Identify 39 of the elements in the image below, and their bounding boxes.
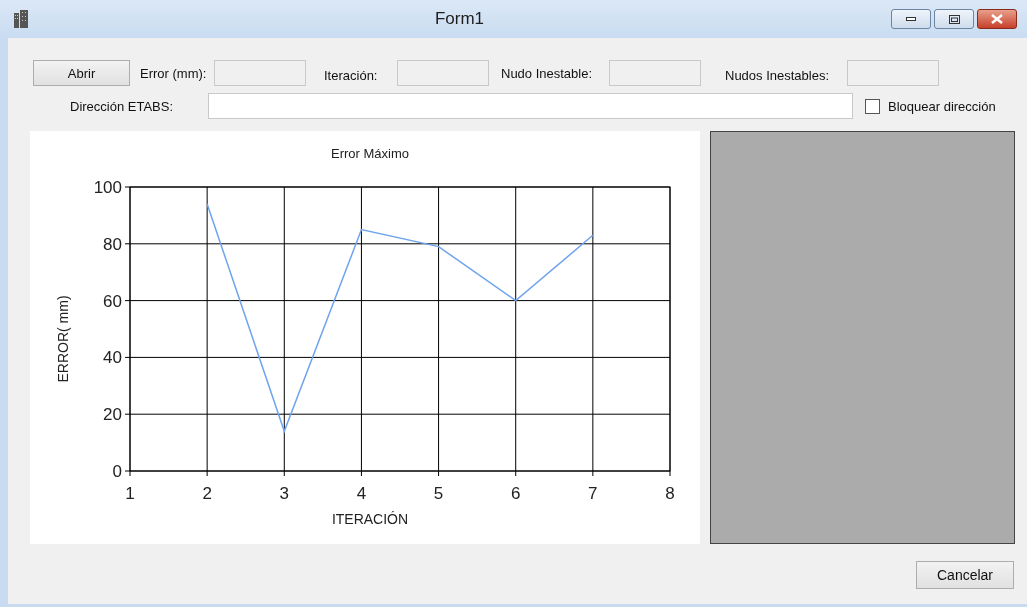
text-field[interactable] [847, 60, 939, 86]
y-tick-label: 60 [103, 291, 122, 311]
chart-title: Error Máximo [331, 146, 409, 161]
window-title: Form1 [433, 9, 486, 29]
x-tick-label: 1 [125, 484, 135, 503]
maximize-icon [948, 14, 960, 24]
maximize-button[interactable] [934, 9, 974, 29]
minimize-button[interactable] [891, 9, 931, 29]
cancel-button[interactable]: Cancelar [916, 561, 1014, 589]
close-button[interactable] [977, 9, 1017, 29]
y-tick-label: 80 [103, 234, 122, 254]
x-tick-label: 7 [588, 484, 598, 503]
y-tick-label: 40 [103, 348, 122, 368]
y-tick-label: 0 [112, 462, 122, 481]
text-field[interactable] [214, 60, 306, 86]
field-label: Dirección ETABS: [70, 98, 175, 114]
close-icon [991, 14, 1003, 24]
minimize-icon [906, 17, 916, 21]
y-tick-label: 100 [93, 178, 122, 197]
text-field[interactable] [609, 60, 701, 86]
checkbox[interactable] [865, 98, 880, 114]
field-label: Error (mm): [140, 65, 208, 81]
path-field[interactable] [208, 93, 853, 119]
x-tick-label: 8 [665, 484, 675, 503]
field-label: Nudos Inestables: [725, 67, 831, 83]
x-tick-label: 5 [433, 484, 444, 503]
open-button[interactable]: Abrir [33, 60, 130, 86]
field-label: Nudo Inestable: [501, 65, 594, 81]
app-icon [14, 10, 28, 28]
x-tick-label: 3 [279, 484, 289, 503]
x-tick-label: 2 [202, 484, 212, 503]
x-axis-title: ITERACIÓN [331, 511, 409, 527]
y-axis-title: ERROR( mm) [55, 295, 71, 383]
field-label: Iteración: [324, 67, 379, 83]
x-tick-label: 6 [511, 484, 521, 503]
checkbox-label: Bloquear dirección [888, 98, 996, 114]
y-tick-label: 20 [103, 405, 122, 425]
x-tick-label: 4 [356, 484, 367, 503]
text-field[interactable] [397, 60, 489, 86]
